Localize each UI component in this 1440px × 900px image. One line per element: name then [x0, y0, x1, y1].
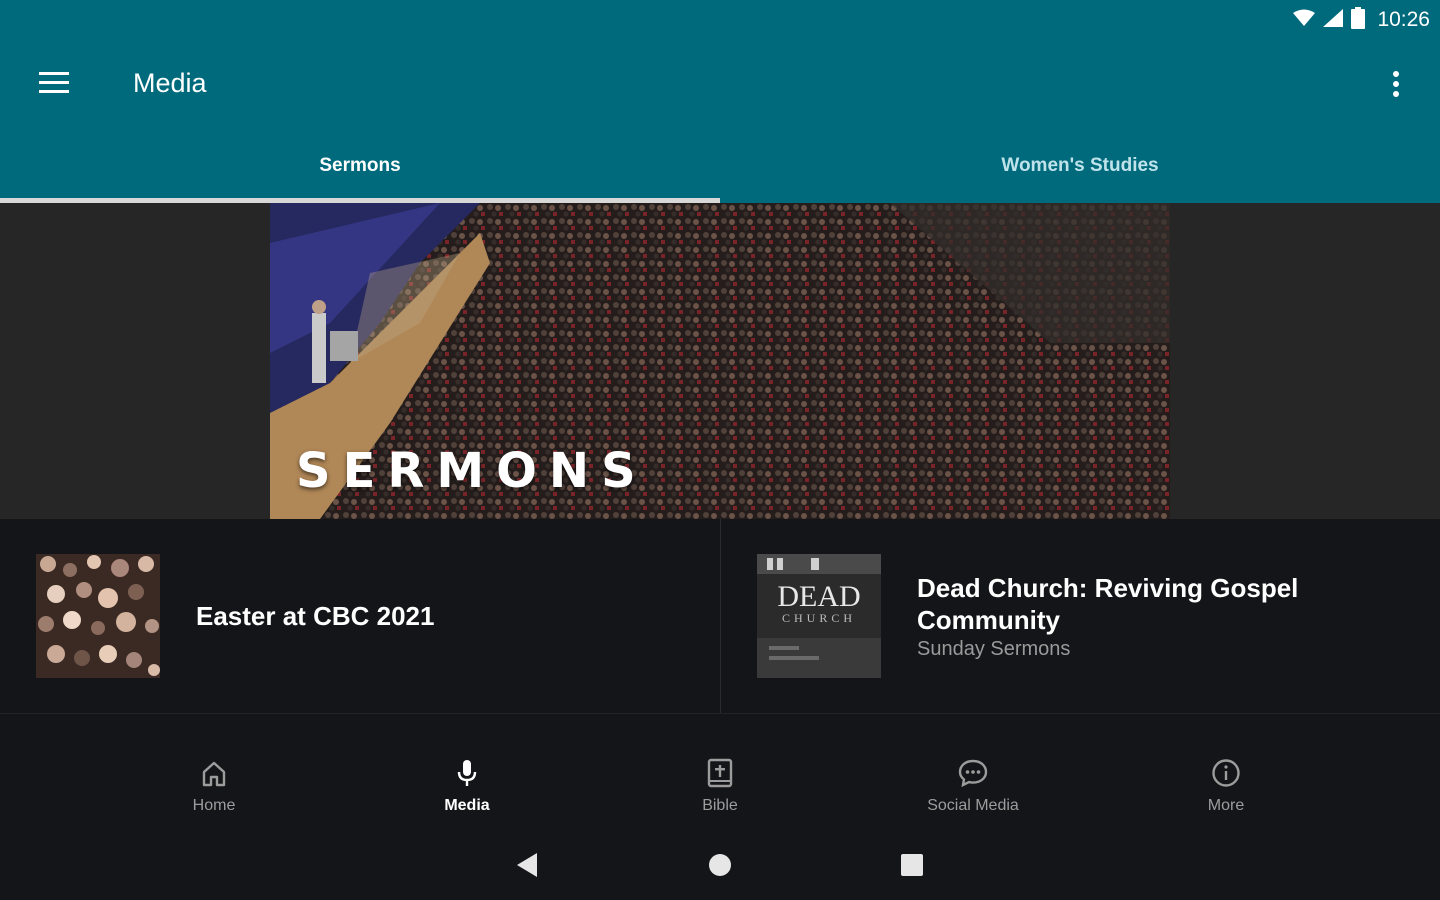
home-circle-icon	[708, 853, 732, 882]
signal-icon	[1323, 8, 1344, 32]
nav-label-home: Home	[192, 797, 236, 814]
nav-label-more: More	[1207, 797, 1245, 814]
thumb-title-text: DEAD	[777, 580, 860, 613]
nav-item-media[interactable]: Media	[341, 714, 594, 834]
series-subtitle: Sunday Sermons	[917, 637, 1071, 660]
bottom-navigation: Home Media Bible Social Media More	[0, 714, 1440, 834]
system-navigation-bar	[0, 834, 1440, 900]
wifi-icon	[1293, 9, 1316, 32]
sermons-banner[interactable]: SERMONS	[270, 203, 1170, 519]
chat-bubble-icon	[957, 758, 989, 793]
status-time: 10:26	[1377, 8, 1430, 31]
nav-label-bible: Bible	[702, 797, 738, 814]
series-card[interactable]: DEAD CHURCH Dead Church: Reviving Gospel…	[720, 519, 1440, 713]
banner-area: SERMONS	[0, 203, 1440, 519]
more-vert-icon	[1393, 70, 1399, 102]
nav-label-media: Media	[444, 797, 490, 814]
back-triangle-icon	[515, 852, 539, 883]
home-icon	[199, 758, 229, 793]
overflow-menu-button[interactable]	[1378, 64, 1414, 108]
media-series-list: Easter at CBC 2021 DEAD CHURCH Dead Chur…	[0, 519, 1440, 713]
bible-icon	[705, 758, 735, 793]
hamburger-menu-icon	[39, 71, 69, 99]
series-text: Dead Church: Reviving Gospel Community S…	[917, 519, 1440, 713]
series-title: Easter at CBC 2021	[196, 601, 435, 631]
nav-item-bible[interactable]: Bible	[594, 714, 847, 834]
tab-bar: Sermons Women's Studies	[0, 130, 1440, 203]
series-thumbnail: DEAD CHURCH	[757, 554, 881, 678]
nav-item-home[interactable]: Home	[88, 714, 341, 834]
series-title: Dead Church: Reviving Gospel Community	[917, 572, 1299, 635]
series-thumbnail	[36, 554, 160, 678]
tab-sermons[interactable]: Sermons	[0, 130, 720, 203]
media-screen: 10:26 Media Sermons Women's Studies SERM…	[0, 0, 1440, 900]
system-home-button[interactable]	[705, 852, 735, 882]
app-bar: Media	[0, 40, 1440, 130]
recents-square-icon	[900, 853, 924, 882]
series-card[interactable]: Easter at CBC 2021	[0, 519, 720, 713]
series-text: Easter at CBC 2021	[196, 519, 434, 713]
thumb-subtitle-text: CHURCH	[782, 611, 856, 625]
banner-title: SERMONS	[296, 443, 648, 499]
nav-label-social-media: Social Media	[927, 797, 1019, 814]
nav-item-social-media[interactable]: Social Media	[847, 714, 1100, 834]
microphone-icon	[452, 758, 482, 793]
status-bar: 10:26	[0, 0, 1440, 40]
battery-icon	[1351, 6, 1366, 34]
menu-button[interactable]	[24, 60, 84, 110]
tab-womens-studies[interactable]: Women's Studies	[720, 130, 1440, 203]
nav-item-more[interactable]: More	[1100, 714, 1353, 834]
status-icons: 10:26	[1293, 6, 1430, 34]
info-icon	[1211, 758, 1241, 793]
system-recents-button[interactable]	[897, 852, 927, 882]
system-back-button[interactable]	[512, 852, 542, 882]
page-title: Media	[133, 68, 207, 98]
